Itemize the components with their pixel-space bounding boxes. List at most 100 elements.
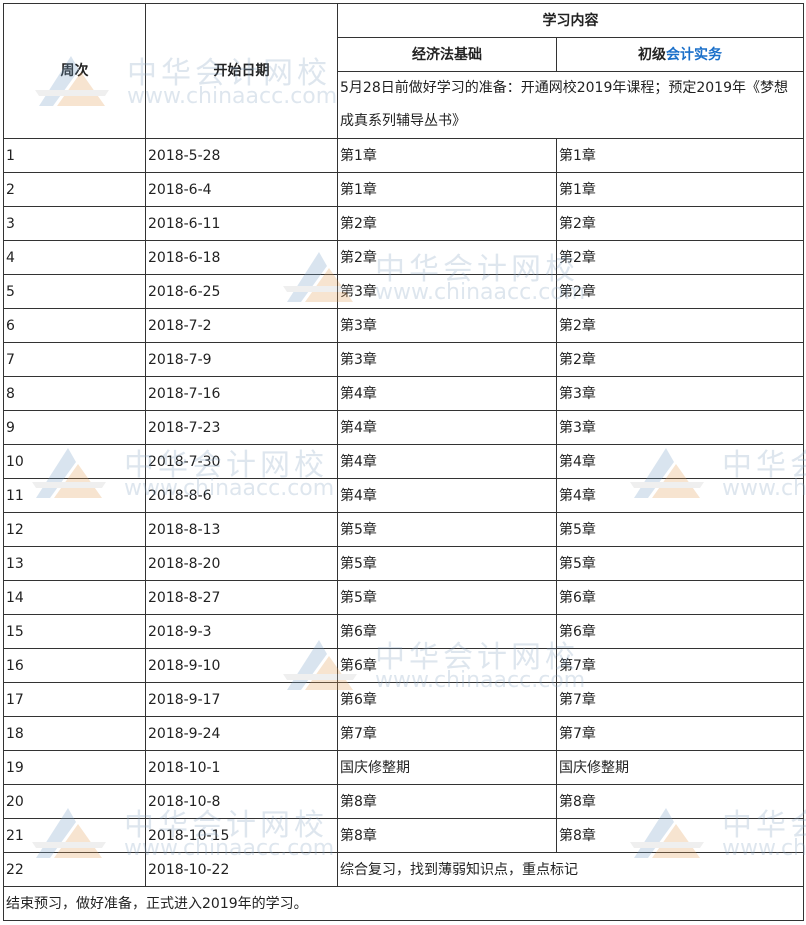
header-study-content: 学习内容 <box>337 3 804 38</box>
cell-date: 2018-7-16 <box>145 376 338 411</box>
cell-subject-law: 第5章 <box>337 580 557 615</box>
cell-subject-accounting: 第3章 <box>556 376 804 411</box>
cell-date: 2018-6-4 <box>145 172 338 207</box>
cell-week: 22 <box>3 852 146 887</box>
cell-date: 2018-10-15 <box>145 818 338 853</box>
cell-subject-law: 第8章 <box>337 784 557 819</box>
cell-subject-law: 第4章 <box>337 410 557 445</box>
header-week: 周次 <box>3 3 146 139</box>
cell-subject-accounting: 第2章 <box>556 274 804 309</box>
cell-subject-accounting: 第4章 <box>556 478 804 513</box>
cell-week: 15 <box>3 614 146 649</box>
cell-week: 7 <box>3 342 146 377</box>
header-subject-law: 经济法基础 <box>337 37 557 72</box>
header-subject-accounting: 初级会计实务 <box>556 37 804 72</box>
header-subject-accounting-link[interactable]: 会计实务 <box>666 47 722 63</box>
cell-subject-accounting: 国庆修整期 <box>556 750 804 785</box>
cell-subject-law: 第2章 <box>337 240 557 275</box>
cell-date: 2018-7-30 <box>145 444 338 479</box>
cell-date: 2018-10-22 <box>145 852 338 887</box>
cell-subject-law: 第3章 <box>337 308 557 343</box>
table-row: 11 2018-8-6 第4章 第4章 <box>3 478 804 513</box>
cell-week: 13 <box>3 546 146 581</box>
cell-subject-law: 第3章 <box>337 342 557 377</box>
cell-subject-accounting: 第2章 <box>556 240 804 275</box>
cell-subject-law: 第4章 <box>337 478 557 513</box>
study-schedule-table: 周次 开始日期 学习内容 经济法基础 初级会计实务 5月28日前做好学习的准备：… <box>3 3 804 921</box>
cell-date: 2018-6-25 <box>145 274 338 309</box>
table-row: 17 2018-9-17 第6章 第7章 <box>3 682 804 717</box>
cell-subject-accounting: 第6章 <box>556 580 804 615</box>
table-row: 5 2018-6-25 第3章 第2章 <box>3 274 804 309</box>
cell-subject-law: 第4章 <box>337 376 557 411</box>
cell-subject-accounting: 第2章 <box>556 206 804 241</box>
cell-subject-law: 第6章 <box>337 614 557 649</box>
cell-subject-accounting: 第8章 <box>556 818 804 853</box>
cell-week: 3 <box>3 206 146 241</box>
cell-date: 2018-7-2 <box>145 308 338 343</box>
cell-date: 2018-6-11 <box>145 206 338 241</box>
cell-subject-accounting: 第5章 <box>556 512 804 547</box>
cell-week: 18 <box>3 716 146 751</box>
table-row: 6 2018-7-2 第3章 第2章 <box>3 308 804 343</box>
cell-week: 8 <box>3 376 146 411</box>
table-row: 20 2018-10-8 第8章 第8章 <box>3 784 804 819</box>
cell-subject-accounting: 第1章 <box>556 138 804 173</box>
table-row: 12 2018-8-13 第5章 第5章 <box>3 512 804 547</box>
table-row: 3 2018-6-11 第2章 第2章 <box>3 206 804 241</box>
cell-subject-accounting: 第7章 <box>556 648 804 683</box>
header-subject-accounting-prefix: 初级 <box>638 46 666 63</box>
footer-note: 结束预习，做好准备，正式进入2019年的学习。 <box>3 886 804 921</box>
cell-week: 14 <box>3 580 146 615</box>
cell-week: 11 <box>3 478 146 513</box>
cell-week: 9 <box>3 410 146 445</box>
cell-week: 5 <box>3 274 146 309</box>
cell-subject-law: 第5章 <box>337 546 557 581</box>
cell-subject-accounting: 第2章 <box>556 308 804 343</box>
cell-subject-law: 第3章 <box>337 274 557 309</box>
cell-subject-law: 第7章 <box>337 716 557 751</box>
cell-date: 2018-8-20 <box>145 546 338 581</box>
cell-date: 2018-7-9 <box>145 342 338 377</box>
cell-date: 2018-9-24 <box>145 716 338 751</box>
table-row: 19 2018-10-1 国庆修整期 国庆修整期 <box>3 750 804 785</box>
cell-week: 17 <box>3 682 146 717</box>
table-row: 21 2018-10-15 第8章 第8章 <box>3 818 804 853</box>
cell-week: 20 <box>3 784 146 819</box>
cell-review-content: 综合复习，找到薄弱知识点，重点标记 <box>337 852 804 887</box>
cell-subject-accounting: 第7章 <box>556 716 804 751</box>
cell-week: 2 <box>3 172 146 207</box>
cell-date: 2018-8-6 <box>145 478 338 513</box>
cell-date: 2018-6-18 <box>145 240 338 275</box>
cell-subject-law: 第6章 <box>337 648 557 683</box>
cell-date: 2018-7-23 <box>145 410 338 445</box>
cell-subject-accounting: 第2章 <box>556 342 804 377</box>
cell-date: 2018-8-13 <box>145 512 338 547</box>
table-row: 1 2018-5-28 第1章 第1章 <box>3 138 804 173</box>
cell-subject-law: 第5章 <box>337 512 557 547</box>
cell-subject-law: 第1章 <box>337 138 557 173</box>
cell-week: 10 <box>3 444 146 479</box>
cell-week: 21 <box>3 818 146 853</box>
cell-subject-law: 国庆修整期 <box>337 750 557 785</box>
table-row: 13 2018-8-20 第5章 第5章 <box>3 546 804 581</box>
cell-subject-accounting: 第3章 <box>556 410 804 445</box>
table-row: 16 2018-9-10 第6章 第7章 <box>3 648 804 683</box>
table-row: 15 2018-9-3 第6章 第6章 <box>3 614 804 649</box>
cell-date: 2018-9-10 <box>145 648 338 683</box>
cell-subject-accounting: 第5章 <box>556 546 804 581</box>
cell-subject-law: 第1章 <box>337 172 557 207</box>
footer-row: 结束预习，做好准备，正式进入2019年的学习。 <box>3 886 804 921</box>
table-row: 10 2018-7-30 第4章 第4章 <box>3 444 804 479</box>
table-row: 22 2018-10-22 综合复习，找到薄弱知识点，重点标记 <box>3 852 804 887</box>
header-start-date: 开始日期 <box>145 3 338 139</box>
cell-week: 12 <box>3 512 146 547</box>
cell-week: 1 <box>3 138 146 173</box>
cell-week: 16 <box>3 648 146 683</box>
cell-subject-law: 第8章 <box>337 818 557 853</box>
cell-subject-law: 第4章 <box>337 444 557 479</box>
prep-note: 5月28日前做好学习的准备：开通网校2019年课程；预定2019年《梦想成真系列… <box>337 71 804 139</box>
cell-subject-accounting: 第6章 <box>556 614 804 649</box>
table-row: 2 2018-6-4 第1章 第1章 <box>3 172 804 207</box>
cell-date: 2018-10-8 <box>145 784 338 819</box>
